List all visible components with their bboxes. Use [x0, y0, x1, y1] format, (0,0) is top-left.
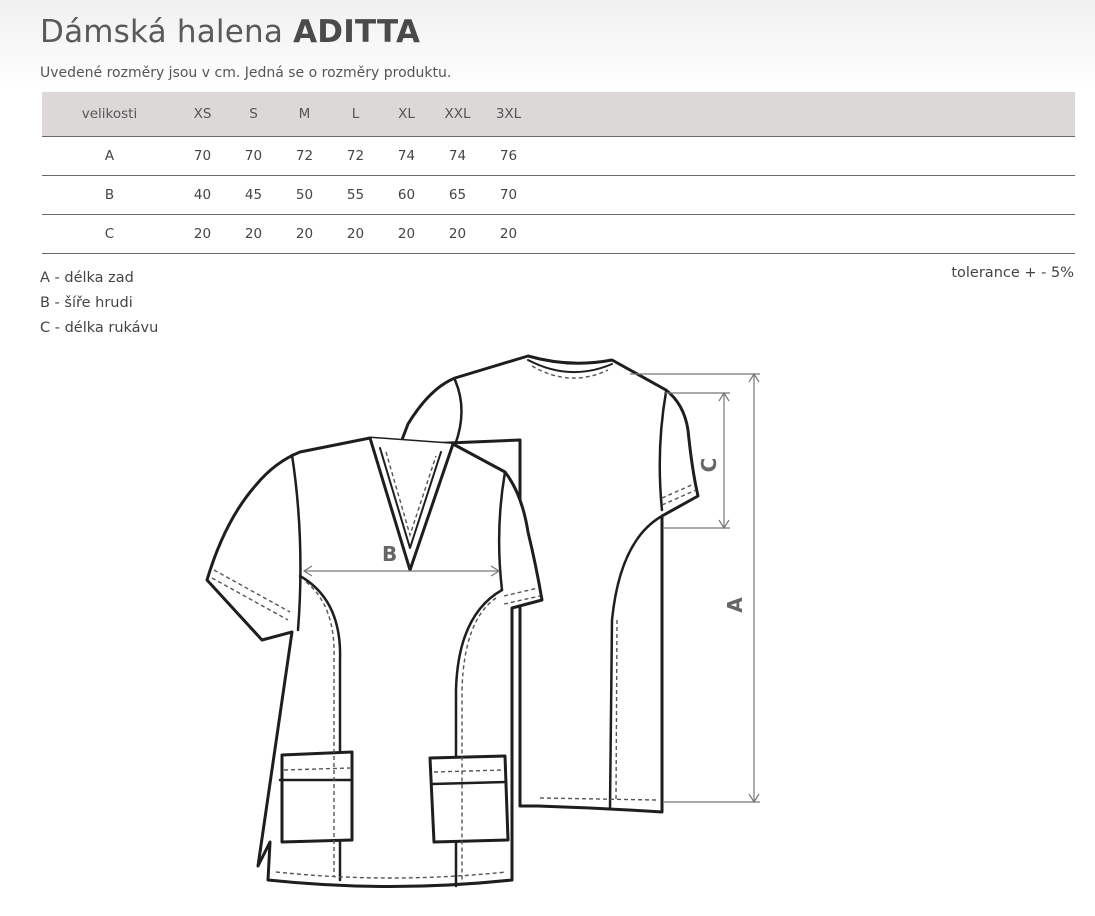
- front-left-pocket: [280, 750, 354, 844]
- dimension-a-label: A: [723, 597, 747, 613]
- front-right-pocket: [428, 754, 510, 844]
- dimension-b-label: B: [382, 542, 397, 566]
- dimension-c-label: C: [697, 458, 721, 473]
- garment-diagram: B C A: [205, 354, 760, 888]
